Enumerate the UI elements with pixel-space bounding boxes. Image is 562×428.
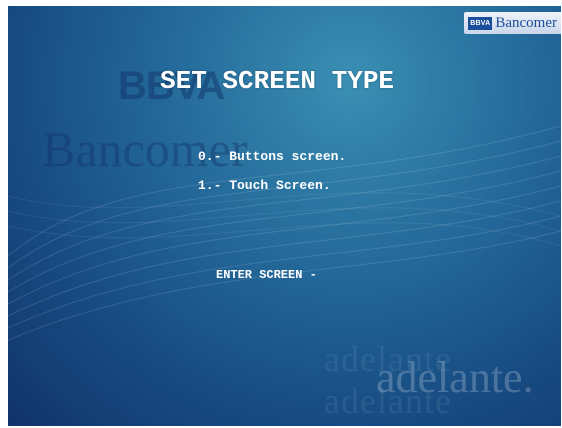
bbva-logo-mark: BBVA	[468, 16, 493, 30]
page-title: SET SCREEN TYPE	[160, 66, 395, 96]
option-touch-screen[interactable]: 1.- Touch Screen.	[198, 178, 331, 193]
bbva-bancomer-logo: BBVA Bancomer	[464, 12, 561, 34]
adelante-watermark: adelante.	[376, 353, 534, 402]
bancomer-logo-word: Bancomer	[495, 14, 557, 31]
atm-screen: BBVA Bancomer BBVA Bancomer adelante ade…	[8, 6, 561, 426]
option-buttons-screen[interactable]: 0.- Buttons screen.	[198, 149, 346, 164]
enter-screen-prompt: ENTER SCREEN -	[216, 268, 317, 282]
